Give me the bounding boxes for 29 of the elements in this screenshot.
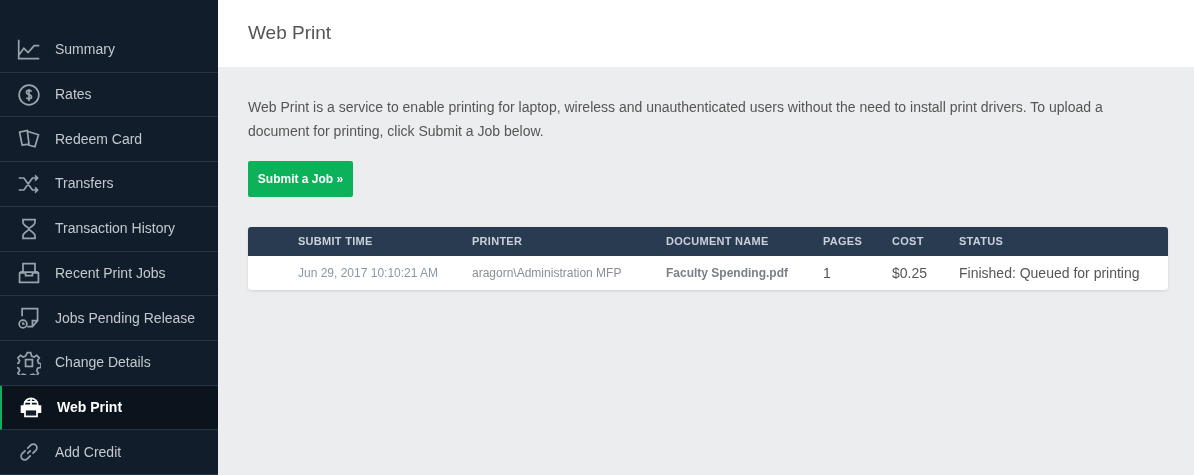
- column-header: PAGES: [823, 234, 864, 250]
- dollar-icon: [17, 82, 41, 107]
- sidebar-item[interactable]: Redeem Card: [0, 117, 218, 163]
- sidebar-item[interactable]: Add Credit: [0, 430, 218, 475]
- page-title: Web Print: [248, 21, 332, 46]
- sidebar-item[interactable]: Rates: [0, 72, 218, 118]
- column-header: SUBMIT TIME: [298, 234, 374, 250]
- column-header: STATUS: [959, 234, 1005, 250]
- table-cell-text: Finished: Queued for printing: [959, 263, 1141, 283]
- column-header: DOCUMENT NAME: [666, 234, 770, 250]
- sidebar-item[interactable]: Jobs Pending Release: [0, 296, 218, 341]
- sidebar-item[interactable]: Recent Print Jobs: [0, 251, 218, 297]
- chart-icon: [17, 37, 41, 62]
- sidebar-item[interactable]: Change Details: [0, 340, 218, 386]
- printer-globe-icon: [19, 395, 43, 420]
- table-cell-text: aragorn\Administration MFP: [472, 265, 623, 282]
- inbox-icon: [17, 261, 41, 286]
- column-header: PRINTER: [472, 234, 524, 250]
- column-header: COST: [892, 234, 925, 250]
- intro-text: Web Print is a service to enable printing for laptop, wireless and unauthenticated users without the need to install print drivers. To upload a document for printing, click Submit a Job below.: [248, 98, 1104, 141]
- table-cell-text: 1: [823, 263, 832, 283]
- gear-icon: [17, 350, 41, 375]
- table-cell-text: $0.25: [892, 263, 929, 283]
- document-clock-icon: [17, 306, 41, 331]
- table-cell-text: Faculty Spending.pdf: [666, 265, 789, 282]
- table-cell-text: Jun 29, 2017 10:10:21 AM: [298, 265, 440, 282]
- sidebar-item[interactable]: Transaction History: [0, 206, 218, 252]
- sidebar-item[interactable]: Transfers: [0, 162, 218, 207]
- sidebar-item[interactable]: Web Print: [0, 385, 218, 431]
